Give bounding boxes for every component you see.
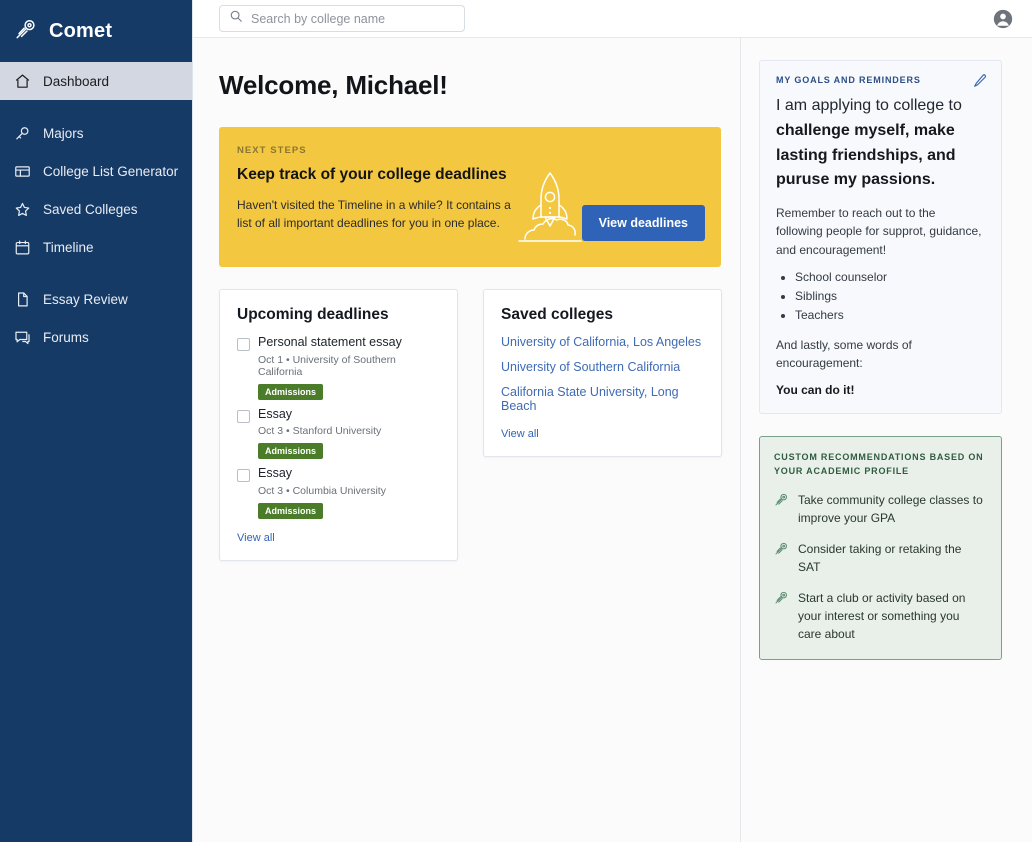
- pencil-icon[interactable]: [972, 73, 988, 94]
- deadline-info: Essay Oct 3 • Columbia University Admiss…: [258, 466, 386, 519]
- rocket-icon: [515, 169, 585, 260]
- goals-people-list: School counselor Siblings Teachers: [782, 268, 985, 325]
- sidebar-item-label: Essay Review: [43, 291, 128, 307]
- status-badge: Admissions: [258, 383, 324, 400]
- saved-view-all-link[interactable]: View all: [501, 428, 539, 440]
- document-icon: [14, 291, 31, 308]
- deadline-info: Essay Oct 3 • Stanford University Admiss…: [258, 407, 381, 460]
- goals-heading: MY GOALS AND REMINDERS: [776, 75, 921, 85]
- brand[interactable]: Comet: [0, 0, 192, 62]
- saved-college-link[interactable]: University of Southern California: [501, 360, 704, 374]
- recommendation-text: Consider taking or retaking the SAT: [798, 542, 962, 575]
- search-box[interactable]: [219, 5, 465, 32]
- main-area: Welcome, Michael! NEXT STEPS Keep track …: [193, 0, 1032, 842]
- recommendation-text: Take community college classes to improv…: [798, 493, 983, 526]
- deadline-checkbox[interactable]: [237, 469, 250, 483]
- deadline-info: Personal statement essay Oct 1 • Univers…: [258, 335, 440, 400]
- comet-icon: [774, 590, 789, 605]
- list-item: Siblings: [795, 287, 985, 306]
- sidebar-item-timeline[interactable]: Timeline: [0, 228, 192, 266]
- search-input[interactable]: [251, 11, 455, 26]
- recommendations-heading: CUSTOM RECOMMENDATIONS BASED ON YOUR ACA…: [774, 452, 984, 476]
- sidebar-item-saved-colleges[interactable]: Saved Colleges: [0, 190, 192, 228]
- deadline-name: Essay: [258, 466, 293, 481]
- deadline-name: Personal statement essay: [258, 335, 402, 349]
- deadline-name: Essay: [258, 406, 293, 421]
- sidebar-item-majors[interactable]: Majors: [0, 114, 192, 152]
- deadline-row[interactable]: Essay Oct 3 • Stanford University Admiss…: [237, 407, 440, 460]
- comet-icon: [774, 492, 789, 507]
- goals-statement-plain: I am applying to college to: [776, 97, 962, 114]
- sidebar-item-dashboard[interactable]: Dashboard: [0, 62, 192, 100]
- deadline-row[interactable]: Personal statement essay Oct 1 • Univers…: [237, 335, 440, 400]
- sidebar-item-label: Forums: [43, 329, 89, 345]
- comet-icon: [14, 17, 38, 46]
- banner-text-block: NEXT STEPS Keep track of your college de…: [237, 145, 519, 251]
- recommendation-item: Start a club or activity based on your i…: [774, 589, 985, 643]
- card-title: Saved colleges: [501, 306, 614, 323]
- sidebar-item-college-list-generator[interactable]: College List Generator: [0, 152, 192, 190]
- sidebar-item-label: Majors: [43, 125, 84, 141]
- next-steps-banner: NEXT STEPS Keep track of your college de…: [219, 127, 721, 267]
- chat-icon: [14, 329, 31, 346]
- saved-college-link[interactable]: California State University, Long Beach: [501, 385, 704, 413]
- goals-statement: I am applying to college to challenge my…: [776, 94, 985, 193]
- sidebar-item-essay-review[interactable]: Essay Review: [0, 280, 192, 318]
- account-circle-icon[interactable]: [992, 8, 1014, 30]
- page-title: Welcome, Michael!: [219, 70, 448, 100]
- view-deadlines-button[interactable]: View deadlines: [581, 205, 705, 241]
- comet-icon: [774, 541, 789, 556]
- saved-colleges-card: Saved colleges University of California,…: [483, 289, 722, 457]
- nav-divider-2: [0, 266, 192, 280]
- left-column: Welcome, Michael! NEXT STEPS Keep track …: [193, 38, 740, 842]
- recommendations-card: CUSTOM RECOMMENDATIONS BASED ON YOUR ACA…: [759, 436, 1002, 661]
- content: Welcome, Michael! NEXT STEPS Keep track …: [193, 38, 1032, 842]
- deadline-meta: Oct 1 • University of Southern Californi…: [258, 353, 396, 378]
- banner-kicker: NEXT STEPS: [237, 145, 307, 156]
- upcoming-deadlines-card: Upcoming deadlines Personal statement es…: [219, 289, 458, 561]
- list-item: Teachers: [795, 306, 985, 325]
- deadline-meta: Oct 3 • Stanford University: [258, 425, 382, 438]
- home-icon: [14, 73, 31, 90]
- status-badge: Admissions: [258, 502, 324, 519]
- goals-closing: And lastly, some words of encouragement:: [776, 337, 912, 370]
- deadline-row[interactable]: Essay Oct 3 • Columbia University Admiss…: [237, 466, 440, 519]
- sidebar-item-label: Dashboard: [43, 73, 110, 89]
- deadline-meta: Oct 3 • Columbia University: [258, 484, 386, 497]
- goals-statement-bold: challenge myself, make lasting friendshi…: [776, 121, 956, 189]
- goals-encouragement: You can do it!: [776, 383, 855, 398]
- nav-divider-1: [0, 100, 192, 114]
- sidebar-item-label: College List Generator: [43, 163, 179, 179]
- app-root: Comet Dashboard Majors College List Gene…: [0, 0, 1032, 842]
- deadline-checkbox[interactable]: [237, 409, 250, 423]
- brand-name: Comet: [49, 19, 113, 42]
- recommendation-text: Start a club or activity based on your i…: [798, 591, 966, 642]
- banner-title: Keep track of your college deadlines: [237, 166, 507, 183]
- card-title: Upcoming deadlines: [237, 306, 389, 323]
- right-column: MY GOALS AND REMINDERS I am applying to …: [740, 38, 1032, 842]
- key-icon: [14, 125, 31, 142]
- goals-and-reminders-card: MY GOALS AND REMINDERS I am applying to …: [759, 60, 1002, 415]
- sidebar-nav: Dashboard Majors College List Generator: [0, 62, 192, 356]
- sidebar-item-forums[interactable]: Forums: [0, 318, 192, 356]
- cards-row: Upcoming deadlines Personal statement es…: [219, 289, 740, 561]
- deadline-checkbox[interactable]: [237, 338, 250, 351]
- table-icon: [14, 163, 31, 180]
- saved-college-link[interactable]: University of California, Los Angeles: [501, 335, 704, 349]
- list-item: School counselor: [795, 268, 985, 287]
- star-icon: [14, 201, 31, 218]
- topbar: [193, 0, 1032, 38]
- goals-paragraph: Remember to reach out to the following p…: [776, 206, 982, 257]
- banner-body: Haven't visited the Timeline in a while?…: [237, 198, 511, 231]
- status-badge: Admissions: [258, 443, 324, 460]
- search-icon: [229, 9, 243, 28]
- sidebar-item-label: Timeline: [43, 239, 94, 255]
- sidebar-item-label: Saved Colleges: [43, 201, 138, 217]
- recommendation-item: Consider taking or retaking the SAT: [774, 540, 985, 576]
- recommendation-item: Take community college classes to improv…: [774, 491, 985, 527]
- sidebar: Comet Dashboard Majors College List Gene…: [0, 0, 193, 842]
- deadlines-view-all-link[interactable]: View all: [237, 532, 275, 544]
- calendar-icon: [14, 239, 31, 256]
